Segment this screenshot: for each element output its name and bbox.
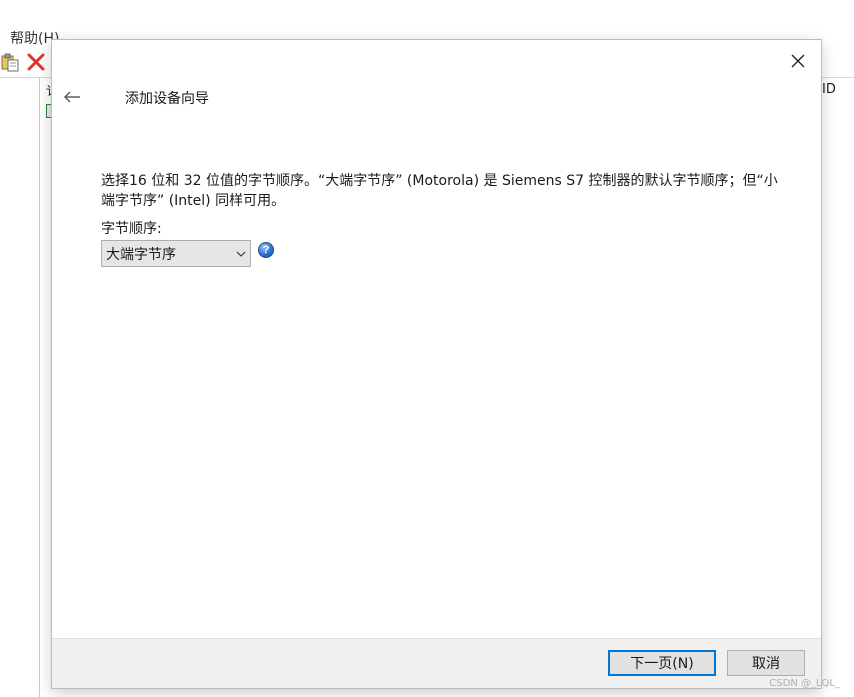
cancel-button[interactable]: 取消: [727, 650, 805, 676]
byte-order-label: 字节顺序:: [101, 221, 162, 237]
dialog-footer: 下一页(N) 取消: [52, 638, 821, 688]
back-button[interactable]: [60, 86, 84, 108]
watermark: CSDN @_LQL_: [769, 678, 840, 689]
help-icon[interactable]: ?: [258, 242, 274, 258]
byte-order-select[interactable]: 大端字节序: [101, 240, 251, 267]
background-column-header[interactable]: ID: [822, 82, 836, 97]
paste-icon[interactable]: [0, 52, 20, 72]
byte-order-selected-value: 大端字节序: [106, 246, 176, 263]
chevron-down-icon: [232, 241, 250, 266]
add-device-wizard-dialog: 添加设备向导 选择16 位和 32 位值的字节顺序。“大端字节序” (Motor…: [52, 40, 821, 688]
arrow-left-icon: [64, 91, 80, 103]
delete-icon[interactable]: [26, 52, 46, 72]
byte-order-description: 选择16 位和 32 位值的字节顺序。“大端字节序” (Motorola) 是 …: [101, 173, 778, 209]
background-tree-pane: [0, 78, 40, 697]
dialog-title: 添加设备向导: [125, 91, 209, 107]
next-page-button[interactable]: 下一页(N): [608, 650, 716, 676]
close-button[interactable]: [785, 48, 811, 74]
background-toolbar: [0, 52, 60, 74]
close-icon: [791, 54, 805, 68]
